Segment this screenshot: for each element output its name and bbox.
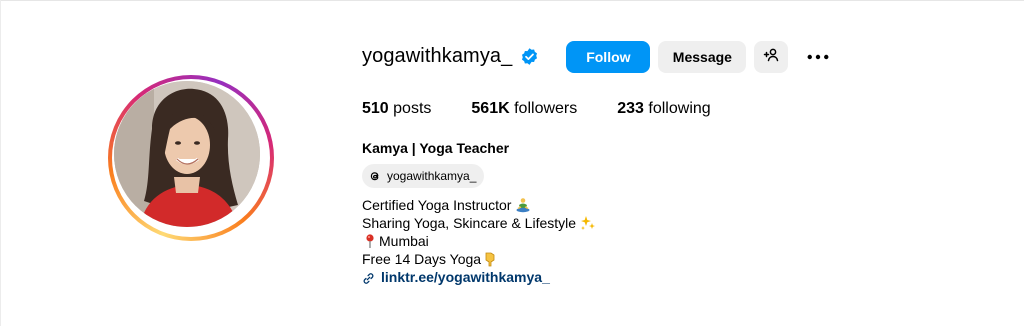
following-stat[interactable]: 233 following bbox=[617, 100, 710, 118]
sparkles-emoji-icon bbox=[580, 215, 596, 231]
bio-text-2: Sharing Yoga, Skincare & Lifestyle bbox=[362, 215, 577, 231]
following-label: following bbox=[648, 100, 711, 117]
username: yogawithkamya_ bbox=[362, 45, 513, 67]
followers-stat[interactable]: 561K followers bbox=[471, 100, 577, 118]
threads-badge[interactable]: yogawithkamya_ bbox=[362, 164, 485, 188]
add-person-icon bbox=[763, 47, 779, 66]
suggested-accounts-button[interactable] bbox=[754, 40, 789, 73]
verified-badge-icon bbox=[520, 47, 539, 66]
message-button[interactable]: Message bbox=[658, 40, 747, 73]
followers-count: 561K bbox=[471, 100, 510, 117]
bio-link-row: linktr.ee/yogawithkamya_ bbox=[362, 268, 596, 286]
full-name: Kamya | Yoga Teacher bbox=[362, 140, 510, 156]
left-border bbox=[0, 0, 1, 326]
bio-line-2: Sharing Yoga, Skincare & Lifestyle bbox=[362, 214, 596, 232]
posts-label: posts bbox=[393, 100, 432, 117]
bio-line-1: Certified Yoga Instructor bbox=[362, 196, 596, 214]
profile-avatar[interactable] bbox=[108, 75, 274, 241]
meditation-emoji-icon bbox=[515, 197, 531, 213]
bio-line-3: Mumbai bbox=[362, 232, 596, 250]
bio-text-4: Free 14 Days Yoga bbox=[362, 251, 482, 267]
avatar-photo bbox=[114, 81, 260, 227]
pin-emoji-icon bbox=[362, 233, 378, 249]
following-count: 233 bbox=[617, 100, 644, 117]
profile-stats: 510 posts 561K followers 233 following bbox=[362, 100, 751, 118]
threads-icon bbox=[368, 169, 382, 183]
followers-label: followers bbox=[514, 100, 578, 117]
bio-text-3: Mumbai bbox=[379, 233, 429, 249]
bio-line-4: Free 14 Days Yoga bbox=[362, 250, 596, 268]
posts-count: 510 bbox=[362, 100, 389, 117]
more-options-button[interactable] bbox=[802, 41, 834, 73]
profile-header: yogawithkamya_ Follow Message bbox=[362, 40, 834, 73]
bio-link[interactable]: linktr.ee/yogawithkamya_ bbox=[381, 268, 550, 286]
posts-stat: 510 posts bbox=[362, 100, 431, 118]
pointing-down-emoji-icon bbox=[482, 251, 498, 267]
more-options-icon bbox=[807, 48, 829, 66]
bio-text-1: Certified Yoga Instructor bbox=[362, 197, 512, 213]
avatar-illustration bbox=[114, 81, 260, 227]
bio: Certified Yoga Instructor Sharing Yoga, … bbox=[362, 196, 596, 286]
link-icon bbox=[362, 271, 375, 284]
top-border bbox=[0, 0, 1024, 1]
threads-handle: yogawithkamya_ bbox=[387, 169, 477, 183]
follow-button[interactable]: Follow bbox=[566, 40, 651, 73]
